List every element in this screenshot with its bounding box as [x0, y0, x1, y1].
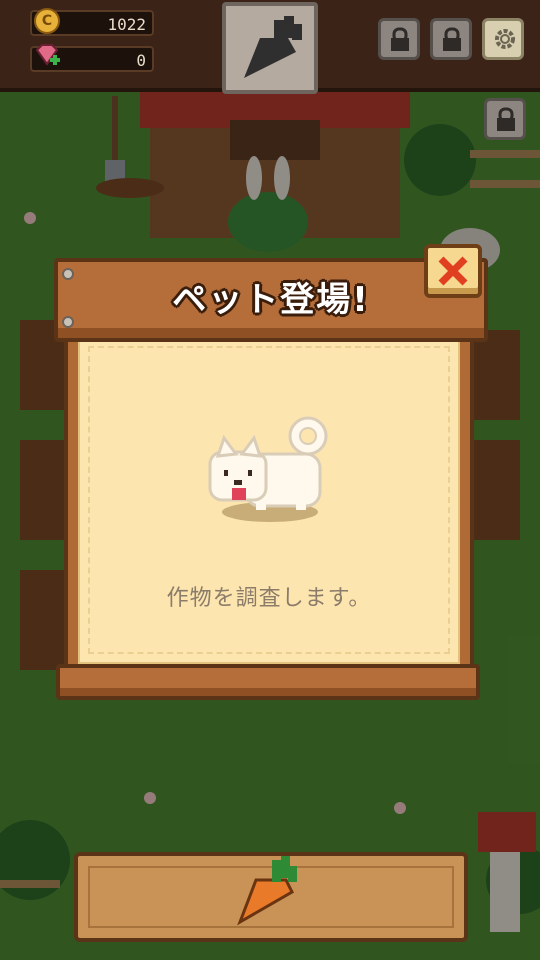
modal-message: 作物を調査します。: [166, 586, 372, 611]
close-x-icon: [438, 256, 468, 286]
center-carrot-slot[interactable]: [222, 2, 318, 94]
lock-icon: [443, 27, 461, 51]
locked-side-button[interactable]: [484, 98, 526, 140]
gear-icon: [495, 29, 515, 49]
lock-icon: [391, 27, 409, 51]
modal-title: ペット登場!: [172, 280, 370, 320]
lock-icon: [497, 107, 515, 131]
carrot-icon: [237, 856, 297, 926]
coin-icon: C: [34, 8, 60, 34]
settings-button[interactable]: [482, 18, 524, 60]
white-dog-icon: [208, 416, 328, 522]
carrot-icon: [244, 16, 302, 78]
locked-slot-button-1[interactable]: [378, 18, 420, 60]
locked-slot-button-2[interactable]: [430, 18, 472, 60]
close-button[interactable]: [424, 244, 482, 298]
gem-icon: [35, 44, 60, 66]
modal-bottom-bar: [56, 664, 480, 700]
